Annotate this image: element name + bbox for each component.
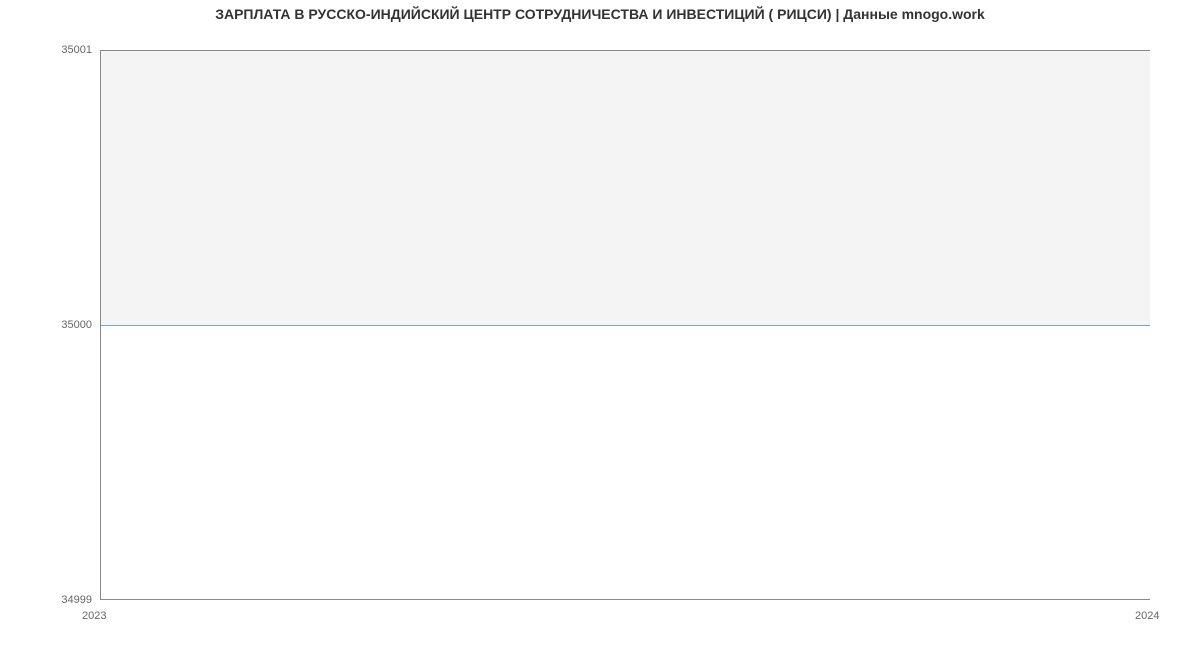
y-tick-top: 35001 bbox=[61, 44, 92, 56]
y-tick-mid: 35000 bbox=[61, 319, 92, 331]
x-tick-right: 2024 bbox=[1135, 610, 1159, 622]
area-fill bbox=[101, 50, 1150, 325]
plot-area bbox=[100, 50, 1150, 600]
chart-title: ЗАРПЛАТА В РУССКО-ИНДИЙСКИЙ ЦЕНТР СОТРУД… bbox=[0, 6, 1200, 22]
x-tick-left: 2023 bbox=[82, 610, 106, 622]
grid-top-line bbox=[101, 50, 1150, 51]
y-tick-bot: 34999 bbox=[61, 594, 92, 606]
data-line bbox=[101, 325, 1150, 326]
